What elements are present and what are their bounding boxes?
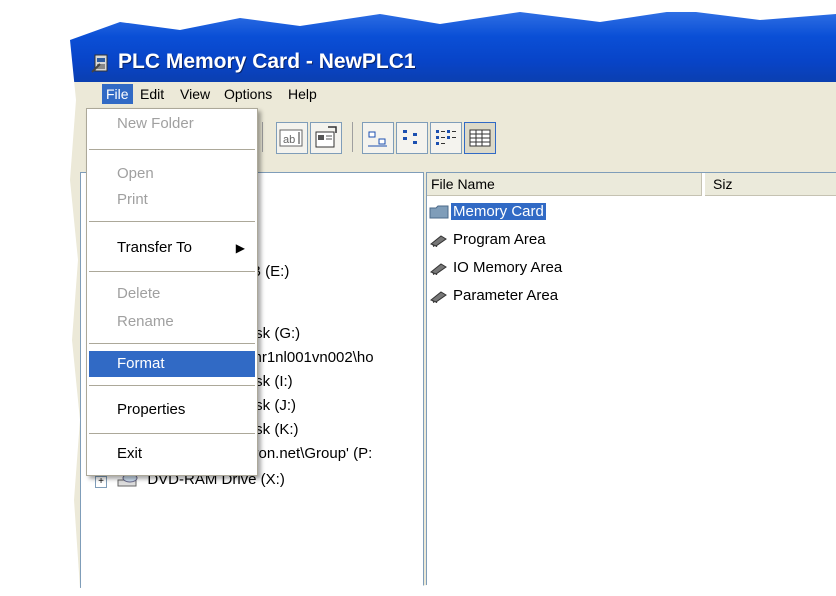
- memory-card-app-icon: [91, 54, 108, 73]
- large-icons-button[interactable]: [362, 122, 394, 154]
- menu-item-new-folder[interactable]: New Folder: [89, 111, 255, 137]
- list-view-button[interactable]: [430, 122, 462, 154]
- app-window: PLC Memory Card - NewPLC1 File Edit View…: [70, 12, 836, 592]
- column-header-file-name[interactable]: File Name: [427, 173, 702, 196]
- list-item[interactable]: Memory Card: [429, 199, 546, 225]
- title-bar[interactable]: PLC Memory Card - NewPLC1: [70, 12, 836, 82]
- file-list-pane[interactable]: File Name Siz Memory Card Program Area I…: [426, 172, 836, 592]
- memory-chip-icon: [430, 263, 447, 276]
- menu-separator: [89, 271, 255, 272]
- list-view-icon: [436, 130, 456, 145]
- rename-text-button[interactable]: ab: [276, 122, 308, 154]
- menu-separator: [89, 149, 255, 150]
- menu-item-delete[interactable]: Delete: [89, 281, 255, 307]
- folder-icon: [429, 205, 449, 219]
- properties-icon: [315, 126, 337, 148]
- expand-toggle[interactable]: +: [95, 476, 107, 488]
- menu-item-properties[interactable]: Properties: [89, 397, 255, 423]
- properties-button[interactable]: [310, 122, 342, 154]
- details-view-icon: [469, 129, 491, 147]
- tree-item[interactable]: mron.net\Group' (P:: [241, 445, 372, 462]
- menu-options[interactable]: Options: [220, 84, 276, 104]
- list-item-label: IO Memory Area: [453, 259, 563, 276]
- menu-separator: [89, 221, 255, 222]
- small-icons-view-icon: [403, 130, 417, 144]
- large-icons-view-icon: [368, 131, 387, 147]
- list-item-label: Parameter Area: [453, 287, 559, 304]
- small-icons-button[interactable]: [396, 122, 428, 154]
- menu-item-format[interactable]: Format: [89, 351, 255, 377]
- menu-separator: [89, 433, 255, 434]
- menu-help[interactable]: Help: [284, 84, 321, 104]
- details-view-button[interactable]: [464, 122, 496, 154]
- column-header-size[interactable]: Siz: [705, 173, 836, 196]
- window-title: PLC Memory Card - NewPLC1: [118, 50, 416, 73]
- menu-item-transfer-to[interactable]: Transfer To ▶: [89, 235, 255, 261]
- menu-file[interactable]: File: [102, 84, 133, 104]
- menu-view[interactable]: View: [176, 84, 214, 104]
- menu-item-rename[interactable]: Rename: [89, 309, 255, 335]
- list-item[interactable]: Parameter Area: [429, 283, 560, 309]
- menu-item-print[interactable]: Print: [89, 187, 255, 213]
- menu-separator: [89, 343, 255, 344]
- menu-bar: File Edit View Options Help: [70, 82, 836, 106]
- tree-item[interactable]: omr1nl001vn002\ho: [241, 349, 374, 366]
- file-menu-dropdown: New Folder Open Print Transfer To ▶ Dele…: [86, 108, 258, 476]
- text-ab-icon: ab: [279, 129, 303, 147]
- toolbar-separator: [352, 122, 353, 152]
- svg-text:ab: ab: [283, 134, 295, 146]
- toolbar-separator: [262, 122, 263, 152]
- menu-edit[interactable]: Edit: [136, 84, 168, 104]
- menu-item-label: Transfer To: [117, 239, 193, 256]
- list-item[interactable]: Program Area: [429, 227, 548, 253]
- menu-item-open[interactable]: Open: [89, 161, 255, 187]
- memory-chip-icon: [430, 235, 447, 248]
- list-item[interactable]: IO Memory Area: [429, 255, 564, 281]
- list-item-label: Program Area: [453, 231, 546, 248]
- memory-chip-icon: [430, 291, 447, 304]
- submenu-arrow-icon: ▶: [235, 241, 245, 255]
- menu-separator: [89, 385, 255, 386]
- menu-item-exit[interactable]: Exit: [89, 441, 255, 467]
- list-item-label: Memory Card: [451, 203, 546, 220]
